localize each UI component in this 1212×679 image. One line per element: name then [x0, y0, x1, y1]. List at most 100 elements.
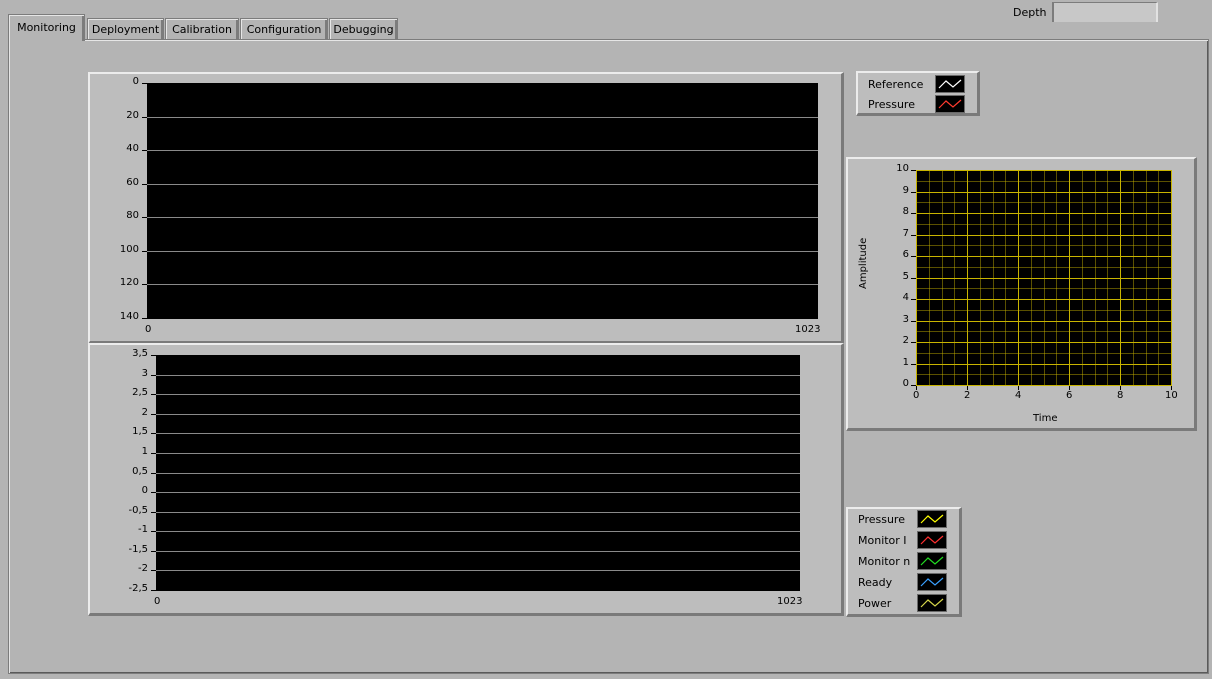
y-tick-label: 6 — [902, 249, 909, 260]
tab-debugging[interactable]: Debugging — [329, 18, 398, 40]
tab-calibration[interactable]: Calibration — [165, 18, 239, 40]
y-tick-label: 3,5 — [132, 348, 148, 359]
y-tick-label: -2,5 — [128, 583, 148, 594]
legend-item-reference[interactable]: Reference — [858, 74, 977, 95]
line-swatch-icon[interactable] — [935, 75, 965, 93]
top-legend: Reference Pressure — [856, 71, 980, 116]
line-swatch-icon[interactable] — [917, 573, 947, 591]
legend-item-ready[interactable]: Ready — [848, 572, 959, 593]
major-gridline — [916, 213, 1172, 214]
y-tick-label: -2 — [138, 563, 148, 574]
top-plot-area[interactable] — [147, 83, 818, 319]
gridline — [147, 217, 818, 218]
line-swatch-icon[interactable] — [917, 510, 947, 528]
y-tick-label: 40 — [126, 143, 139, 154]
y-tick-label: 2 — [141, 407, 148, 418]
gridline — [156, 512, 800, 513]
y-tick-mark — [142, 217, 147, 218]
y-tick-mark — [142, 150, 147, 151]
line-swatch-icon[interactable] — [917, 552, 947, 570]
gridline — [156, 394, 800, 395]
y-tick-label: 60 — [126, 177, 139, 188]
y-tick-label: 0 — [141, 485, 148, 496]
y-tick-mark — [911, 256, 916, 257]
y-tick-mark — [911, 299, 916, 300]
legend-item-monitor-n[interactable]: Monitor n — [848, 551, 959, 572]
y-tick-label: 9 — [902, 185, 909, 196]
line-swatch-icon[interactable] — [917, 594, 947, 612]
top-graph: 0 20 40 60 80 100 120 140 0 1023 — [88, 72, 844, 344]
swatch-line — [938, 99, 962, 109]
y-tick-label: -1 — [138, 524, 148, 535]
y-tick-mark — [151, 570, 156, 571]
gridline — [156, 473, 800, 474]
x-tick-label: 2 — [964, 390, 971, 401]
bottom-graph: 3,5 3 2,5 2 1,5 1 0,5 0 -0,5 -1 -1,5 -2 -2,5 0 1023 — [88, 343, 844, 616]
swatch-line — [920, 535, 944, 545]
y-tick-label: 0 — [902, 378, 909, 389]
minor-gridline — [916, 310, 1172, 311]
gridline — [147, 184, 818, 185]
major-gridline — [916, 364, 1172, 365]
y-tick-mark — [911, 321, 916, 322]
x-tick-label: 10 — [1165, 390, 1178, 401]
tab-monitoring[interactable]: Monitoring — [8, 14, 85, 41]
major-gridline — [916, 321, 1172, 322]
gridline — [156, 453, 800, 454]
amplitude-plot-area[interactable] — [916, 170, 1172, 386]
gridline — [156, 492, 800, 493]
line-swatch-icon[interactable] — [917, 531, 947, 549]
y-tick-label: 120 — [119, 277, 139, 288]
y-tick-mark — [142, 184, 147, 185]
legend-label: Reference — [868, 78, 924, 91]
minor-gridline — [916, 374, 1172, 375]
swatch-line — [938, 79, 962, 89]
y-tick-label: -0,5 — [128, 505, 148, 516]
legend-item-pressure[interactable]: Pressure — [848, 509, 959, 530]
y-tick-label: 0,5 — [132, 466, 148, 477]
x-tick-label: 1023 — [795, 324, 821, 335]
y-tick-mark — [151, 551, 156, 552]
legend-item-power[interactable]: Power — [848, 593, 959, 614]
swatch-line — [920, 514, 944, 524]
gridline — [147, 150, 818, 151]
tab-configuration[interactable]: Configuration — [240, 18, 328, 40]
y-tick-mark — [151, 355, 156, 356]
minor-gridline — [916, 267, 1172, 268]
major-gridline — [916, 385, 1172, 386]
legend-label: Power — [858, 597, 892, 610]
legend-label: Monitor n — [858, 555, 911, 568]
y-tick-mark — [151, 492, 156, 493]
major-gridline — [916, 170, 1172, 171]
gridline — [156, 433, 800, 434]
y-tick-label: 20 — [126, 110, 139, 121]
minor-gridline — [916, 288, 1172, 289]
legend-item-monitor-i[interactable]: Monitor I — [848, 530, 959, 551]
bottom-plot-area[interactable] — [156, 355, 800, 591]
minor-gridline — [916, 202, 1172, 203]
y-tick-mark — [911, 192, 916, 193]
legend-item-pressure[interactable]: Pressure — [858, 94, 977, 115]
x-tick-label: 4 — [1015, 390, 1022, 401]
minor-gridline — [916, 245, 1172, 246]
x-tick-label: 6 — [1066, 390, 1073, 401]
gridline — [147, 117, 818, 118]
gridline — [156, 551, 800, 552]
y-tick-label: 5 — [902, 271, 909, 282]
swatch-line — [920, 556, 944, 566]
major-gridline — [916, 342, 1172, 343]
x-tick-label: 0 — [913, 390, 920, 401]
minor-gridline — [916, 181, 1172, 182]
line-swatch-icon[interactable] — [935, 95, 965, 113]
y-tick-mark — [911, 342, 916, 343]
gridline — [156, 414, 800, 415]
legend-label: Monitor I — [858, 534, 907, 547]
gridline — [156, 570, 800, 571]
gridline — [147, 284, 818, 285]
gridline — [156, 531, 800, 532]
x-axis-title: Time — [1033, 413, 1058, 424]
swatch-line — [920, 577, 944, 587]
y-tick-mark — [151, 453, 156, 454]
tab-deployment[interactable]: Deployment — [87, 18, 164, 40]
y-tick-mark — [151, 512, 156, 513]
